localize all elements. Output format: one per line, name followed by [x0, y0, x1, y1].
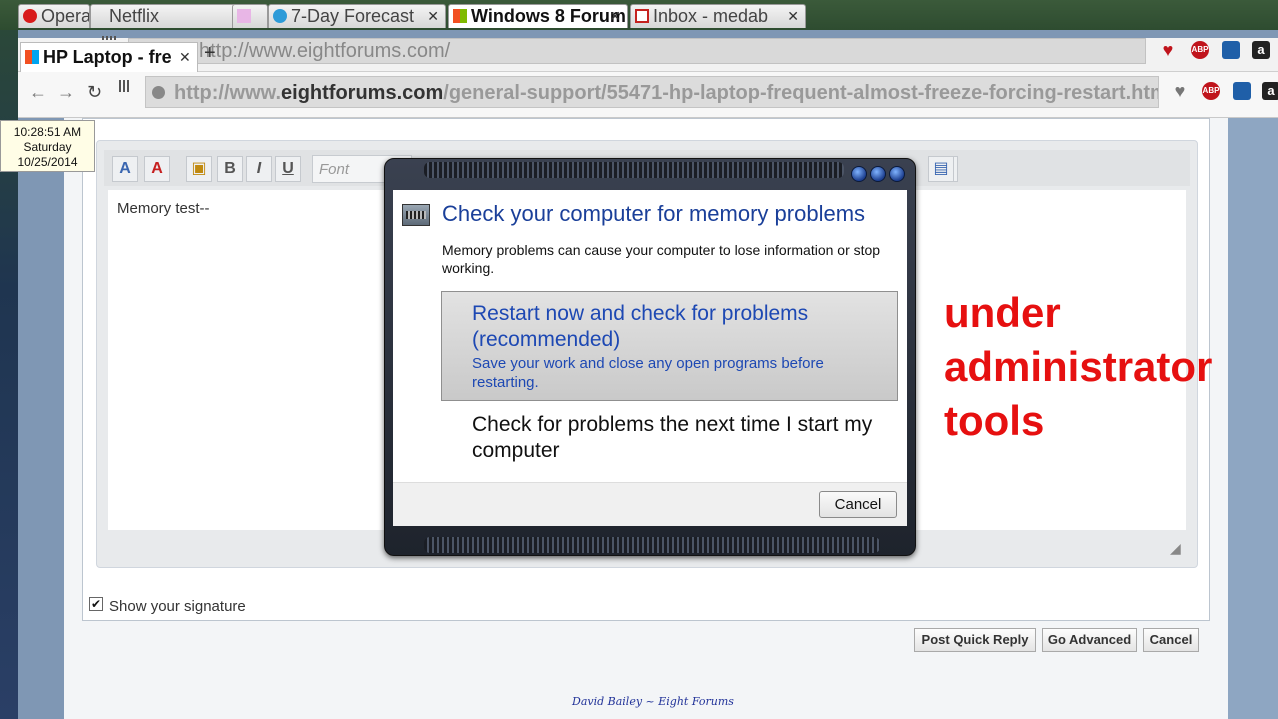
adblock-icon[interactable]: ABP	[1191, 41, 1209, 59]
tab-hp-laptop[interactable]: HP Laptop - fre ✕	[20, 42, 198, 72]
close-icon[interactable]: ✕	[787, 8, 799, 25]
font-size-icon[interactable]: A	[112, 156, 138, 182]
close-button[interactable]	[889, 166, 905, 182]
bold-button[interactable]: B	[217, 156, 243, 182]
close-icon[interactable]: ✕	[609, 8, 621, 25]
dialog-title: Check your computer for memory problems	[442, 201, 866, 226]
memory-chip-icon	[402, 204, 430, 226]
weather-icon	[273, 9, 287, 23]
clock-day: Saturday	[23, 140, 72, 154]
windows-icon	[25, 50, 39, 64]
amazon-icon[interactable]: a	[1252, 41, 1270, 59]
speed-dial-icon[interactable]	[119, 80, 131, 92]
tab-menu-icon[interactable]	[102, 36, 116, 40]
clock-tooltip: 10:28:51 AM Saturday 10/25/2014	[0, 120, 95, 172]
dialog-description: Memory problems can cause your computer …	[442, 242, 881, 276]
author-signature: David Bailey ~ Eight Forums	[572, 695, 734, 708]
maximize-button[interactable]	[870, 166, 886, 182]
heart-icon[interactable]: ♥	[1171, 82, 1189, 100]
tab-forecast[interactable]: 7-Day Forecast ✕	[268, 4, 446, 28]
italic-button[interactable]: I	[246, 156, 272, 182]
font-color-icon[interactable]: A	[144, 156, 170, 182]
dialog-bottom-grille	[424, 537, 880, 553]
clock-time: 10:28:51 AM	[13, 125, 82, 139]
forward-icon[interactable]: →	[57, 82, 75, 103]
tab-windows8-forum[interactable]: Windows 8 Forum ✕	[448, 4, 628, 28]
page-icon	[237, 9, 251, 23]
tab-blank[interactable]	[232, 4, 268, 28]
amazon-icon[interactable]: a	[1262, 82, 1278, 100]
bookmark-icon[interactable]	[1233, 82, 1251, 100]
minimize-button[interactable]	[851, 166, 867, 182]
windows-icon	[453, 9, 467, 23]
tab-inbox[interactable]: Inbox - medab ✕	[630, 4, 806, 28]
underline-button[interactable]: U	[275, 156, 301, 182]
back-icon[interactable]: ←	[29, 82, 47, 103]
close-icon[interactable]: ✕	[427, 8, 439, 25]
tab-opera[interactable]: Opera	[18, 4, 90, 28]
heart-icon[interactable]: ♥	[1159, 41, 1177, 59]
check-next-time-option[interactable]: Check for problems the next time I start…	[472, 412, 892, 464]
reload-icon[interactable]: ↻	[87, 82, 102, 103]
cancel-reply-button[interactable]: Cancel	[1143, 628, 1199, 652]
gmail-icon	[635, 9, 649, 23]
close-icon[interactable]: ✕	[179, 49, 191, 66]
adblock-icon[interactable]: ABP	[1202, 82, 1220, 100]
annotation-text: under administrator tools	[944, 289, 1213, 444]
clock-date: 10/25/2014	[17, 155, 78, 169]
post-quick-reply-button[interactable]: Post Quick Reply	[914, 628, 1036, 652]
address-bar[interactable]: http://www.eightforums.com/general-suppo…	[145, 76, 1159, 108]
signature-label: Show your signature	[109, 598, 246, 615]
new-tab-button[interactable]: +	[204, 42, 216, 65]
dialog-cancel-button[interactable]: Cancel	[819, 491, 897, 518]
opera-icon	[23, 9, 37, 23]
signature-checkbox[interactable]: ✔	[89, 597, 103, 611]
site-info-icon[interactable]	[152, 86, 165, 99]
restart-now-title[interactable]: Restart now and check for problems (reco…	[472, 301, 882, 353]
outer-tab-strip: Opera Netflix ✕ 7-Day Forecast ✕ Windows…	[0, 0, 1278, 30]
dialog-title-bar[interactable]	[424, 162, 844, 178]
paste-text-icon[interactable]: ▤	[928, 156, 954, 182]
resize-grip-icon[interactable]: ◢	[1170, 540, 1186, 556]
restart-now-subtitle[interactable]: Save your work and close any open progra…	[472, 354, 882, 392]
paste-icon[interactable]: ▣	[186, 156, 212, 182]
bookmark-icon[interactable]	[1222, 41, 1240, 59]
go-advanced-button[interactable]: Go Advanced	[1042, 628, 1137, 652]
inner-address-bar[interactable]: http://www.eightforums.com/	[128, 38, 1146, 64]
desktop-edge	[0, 0, 18, 719]
